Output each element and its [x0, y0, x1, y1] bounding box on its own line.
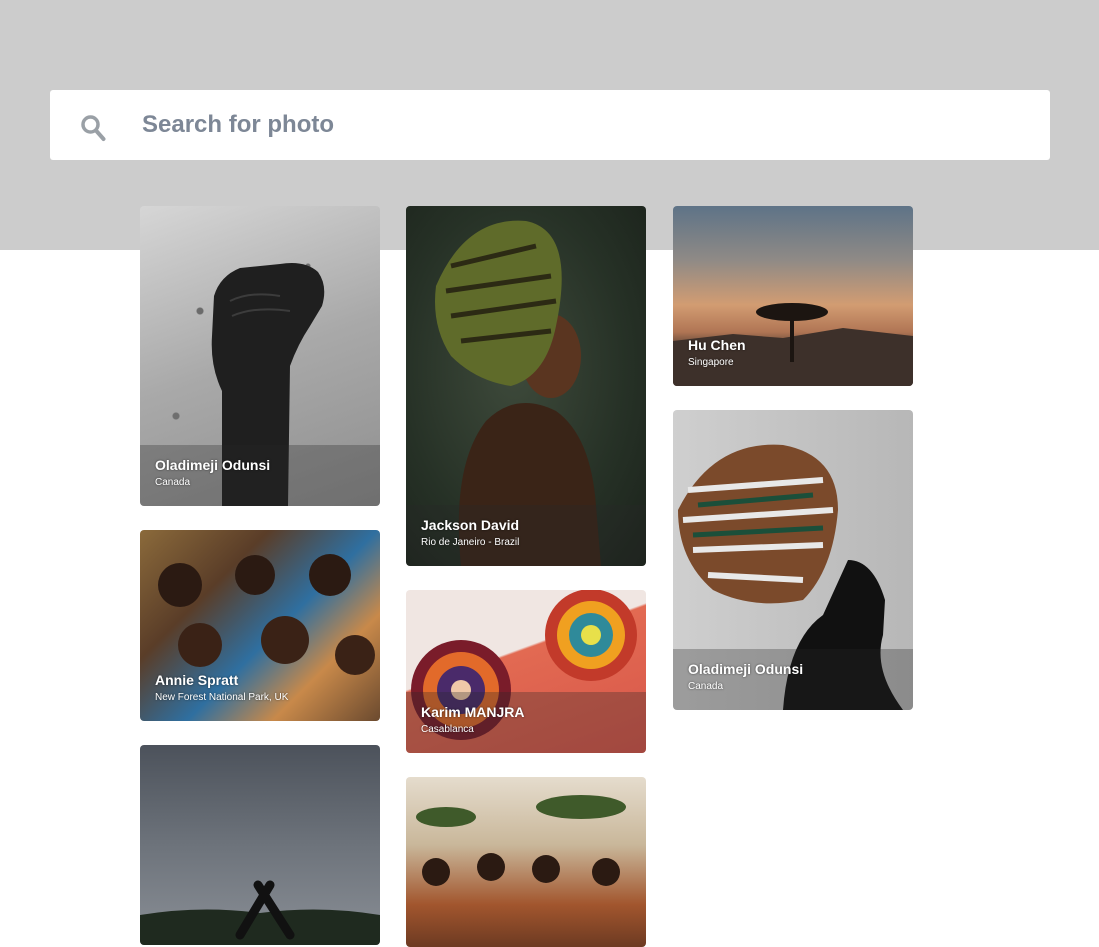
photo-card[interactable] — [140, 745, 380, 945]
search-input[interactable] — [125, 90, 1025, 160]
photo-caption: Oladimeji Odunsi Canada — [140, 445, 380, 506]
photo-card[interactable]: Karim MANJRA Casablanca — [406, 590, 646, 753]
photo-caption: Oladimeji Odunsi Canada — [673, 649, 913, 710]
photo-crossed-arms — [140, 745, 380, 945]
photo-location: New Forest National Park, UK — [155, 692, 289, 703]
photo-caption: Jackson David Rio de Janeiro - Brazil — [406, 505, 646, 566]
photo-card[interactable]: Jackson David Rio de Janeiro - Brazil — [406, 206, 646, 566]
photo-caption: Karim MANJRA Casablanca — [406, 692, 646, 753]
photo-card[interactable] — [406, 777, 646, 947]
photo-caption: Annie Spratt New Forest National Park, U… — [140, 660, 380, 721]
photo-savanna-dancers — [406, 777, 646, 947]
search-icon[interactable] — [80, 114, 106, 142]
photographer-name[interactable]: Annie Spratt — [155, 671, 380, 689]
photo-location: Singapore — [688, 357, 734, 368]
photo-location: Casablanca — [421, 724, 474, 735]
photo-card[interactable]: Annie Spratt New Forest National Park, U… — [140, 530, 380, 721]
photographer-name[interactable]: Jackson David — [421, 516, 646, 534]
photographer-name[interactable]: Karim MANJRA — [421, 703, 646, 721]
photo-card[interactable]: Oladimeji Odunsi Canada — [673, 410, 913, 710]
photo-caption: Hu Chen Singapore — [673, 325, 913, 386]
photo-card[interactable]: Oladimeji Odunsi Canada — [140, 206, 380, 506]
photographer-name[interactable]: Oladimeji Odunsi — [688, 660, 913, 678]
photographer-name[interactable]: Oladimeji Odunsi — [155, 456, 380, 474]
photo-location: Rio de Janeiro - Brazil — [421, 537, 520, 548]
photo-location: Canada — [155, 477, 191, 488]
photographer-name[interactable]: Hu Chen — [688, 336, 913, 354]
photo-card[interactable]: Hu Chen Singapore — [673, 206, 913, 386]
photo-location: Canada — [688, 681, 724, 692]
